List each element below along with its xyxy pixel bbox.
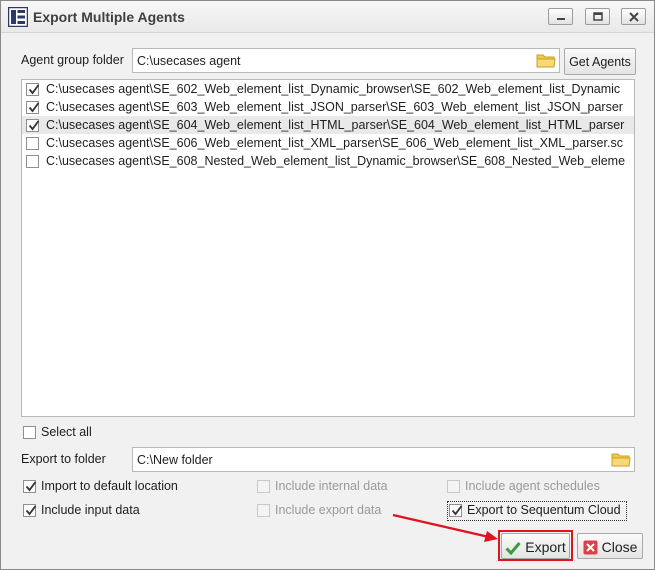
select-all-checkbox[interactable]: Select all — [23, 425, 143, 441]
include-export-label: Include export data — [275, 503, 382, 517]
agent-list-item[interactable]: C:\usecases agent\SE_602_Web_element_lis… — [22, 80, 634, 98]
window-title: Export Multiple Agents — [33, 9, 185, 25]
maximize-icon — [593, 12, 603, 21]
agent-list-item[interactable]: C:\usecases agent\SE_603_Web_element_lis… — [22, 98, 634, 116]
agent-list[interactable]: C:\usecases agent\SE_602_Web_element_lis… — [21, 79, 635, 417]
minimize-icon — [557, 18, 565, 20]
annotation-arrow-icon — [392, 513, 498, 542]
maximize-button[interactable] — [585, 8, 610, 25]
close-button[interactable]: Close — [577, 533, 643, 559]
window-close-button[interactable] — [621, 8, 646, 25]
green-check-icon — [505, 542, 521, 555]
agent-list-item[interactable]: C:\usecases agent\SE_606_Web_element_lis… — [22, 134, 634, 152]
close-icon — [629, 12, 639, 22]
title-bar: Export Multiple Agents — [1, 1, 654, 33]
agent-checkbox[interactable] — [26, 119, 40, 132]
agent-group-folder-value: C:\usecases agent — [137, 54, 241, 68]
agent-group-folder-label: Agent group folder — [21, 53, 124, 67]
export-dialog: Export Multiple Agents Agent group folde… — [0, 0, 655, 570]
agent-group-folder-input[interactable]: C:\usecases agent — [132, 48, 560, 73]
agent-path: C:\usecases agent\SE_608_Nested_Web_elem… — [46, 154, 626, 168]
agent-path: C:\usecases agent\SE_602_Web_element_lis… — [46, 82, 621, 96]
minimize-button[interactable] — [548, 8, 573, 25]
agent-list-item-selected[interactable]: C:\usecases agent\SE_604_Web_element_lis… — [22, 116, 634, 134]
folder-icon[interactable] — [611, 451, 631, 468]
include-input-box[interactable] — [23, 504, 37, 517]
include-internal-data-checkbox: Include internal data — [257, 479, 417, 495]
agent-path: C:\usecases agent\SE_603_Web_element_lis… — [46, 100, 623, 114]
import-default-location-checkbox[interactable]: Import to default location — [23, 479, 223, 495]
export-folder-value: C:\New folder — [137, 453, 213, 467]
include-input-data-checkbox[interactable]: Include input data — [23, 503, 183, 519]
include-input-label: Include input data — [41, 503, 140, 517]
export-folder-label: Export to folder — [21, 452, 106, 466]
close-button-label: Close — [601, 539, 638, 555]
agent-checkbox[interactable] — [26, 137, 39, 150]
get-agents-button[interactable]: Get Agents — [564, 48, 636, 75]
include-agent-schedules-checkbox: Include agent schedules — [447, 479, 627, 495]
checkmark-icon — [28, 120, 40, 131]
import-default-label: Import to default location — [41, 479, 178, 493]
checkmark-icon — [25, 481, 37, 492]
include-schedules-label: Include agent schedules — [465, 479, 600, 493]
include-schedules-box — [447, 480, 460, 493]
folder-icon[interactable] — [536, 52, 556, 69]
export-folder-input[interactable]: C:\New folder — [132, 447, 635, 472]
select-all-label: Select all — [41, 425, 92, 439]
agent-checkbox[interactable] — [26, 101, 40, 114]
app-logo-icon — [8, 7, 28, 27]
checkmark-icon — [28, 102, 40, 113]
agent-list-item[interactable]: C:\usecases agent\SE_608_Nested_Web_elem… — [22, 152, 634, 170]
checkmark-icon — [28, 84, 40, 95]
export-button[interactable]: Export — [501, 533, 570, 559]
agent-path: C:\usecases agent\SE_606_Web_element_lis… — [46, 136, 623, 150]
red-x-icon — [583, 540, 598, 555]
agent-checkbox[interactable] — [26, 83, 40, 96]
agent-path: C:\usecases agent\SE_604_Web_element_lis… — [46, 118, 625, 132]
export-button-label: Export — [525, 539, 566, 555]
include-internal-label: Include internal data — [275, 479, 388, 493]
agent-checkbox[interactable] — [26, 155, 39, 168]
include-export-box — [257, 504, 270, 517]
import-default-box[interactable] — [23, 480, 37, 493]
include-internal-box — [257, 480, 270, 493]
select-all-box[interactable] — [23, 426, 36, 439]
checkmark-icon — [25, 505, 37, 516]
